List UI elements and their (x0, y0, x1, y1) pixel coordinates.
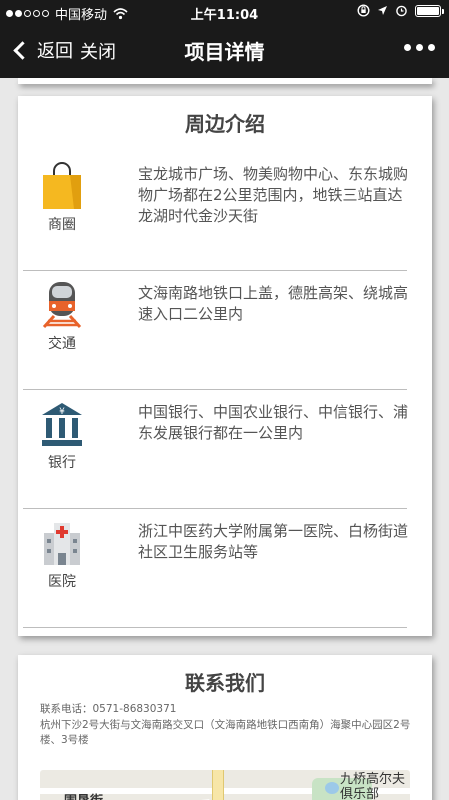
list-item: 商圈 宝龙城市广场、物美购物中心、东东城购物广场都在2公里范围内，地铁三站直达龙… (18, 152, 432, 271)
page-title: 项目详情 (184, 40, 265, 64)
battery-icon (415, 4, 444, 17)
location-icon (378, 6, 387, 15)
list-item: 医院 浙江中医药大学附属第一医院、白杨街道社区卫生服务站等 (18, 509, 432, 628)
bank-icon: ¥ (42, 403, 82, 446)
item-label: 医院 (48, 574, 76, 590)
list-item: 交通 文海南路地铁口上盖，德胜高架、绕城高速入口二公里内 (18, 271, 432, 390)
previous-card (18, 78, 432, 84)
item-description: 浙江中医药大学附属第一医院、白杨街道社区卫生服务站等 (138, 522, 409, 561)
list-item: ¥ 银行 中国银行、中国农业银行、中信银行、浦东发展银行都在一公里内 (18, 390, 432, 509)
alarm-icon (396, 5, 407, 17)
navigation-bar: 返回 关闭 项目详情 (0, 24, 449, 78)
contact-card: 联系我们 联系电话：0571-86830371 杭州下沙2号大街与文海南路交叉口… (18, 655, 432, 800)
status-bar: 中国移动 上午11:04 (0, 0, 449, 24)
contact-phone[interactable]: 联系电话：0571-86830371 (40, 701, 432, 716)
more-dots-icon[interactable] (404, 44, 435, 51)
hospital-icon (44, 523, 80, 565)
divider (23, 627, 407, 628)
surroundings-card: 周边介绍 商圈 宝龙城市广场、物美购物中心、东东城购物广场都在2公里范围内，地铁… (18, 96, 432, 636)
map-label: 九桥高尔夫俱乐部 (340, 772, 406, 800)
item-label: 交通 (48, 336, 76, 352)
item-description: 中国银行、中国农业银行、中信银行、浦东发展银行都在一公里内 (138, 403, 409, 442)
svg-text:¥: ¥ (59, 407, 65, 417)
train-icon (42, 282, 82, 329)
rotation-lock-icon (357, 4, 370, 17)
item-description: 宝龙城市广场、物美购物中心、东东城购物广场都在2公里范围内，地铁三站直达龙湖时代… (138, 165, 409, 225)
item-label: 银行 (48, 455, 76, 471)
map-label: 围垦街 (64, 790, 103, 800)
item-label: 商圈 (48, 217, 76, 233)
location-map[interactable]: 围垦街 九桥高尔夫俱乐部 (40, 770, 410, 800)
contact-title: 联系我们 (185, 671, 265, 695)
contact-address: 杭州下沙2号大街与文海南路交叉口（文海南路地铁口西南角）海聚中心园区2号楼、3号… (40, 719, 411, 746)
surroundings-title: 周边介绍 (185, 112, 265, 136)
item-description: 文海南路地铁口上盖，德胜高架、绕城高速入口二公里内 (138, 284, 409, 323)
shopping-bag-icon (43, 162, 81, 209)
